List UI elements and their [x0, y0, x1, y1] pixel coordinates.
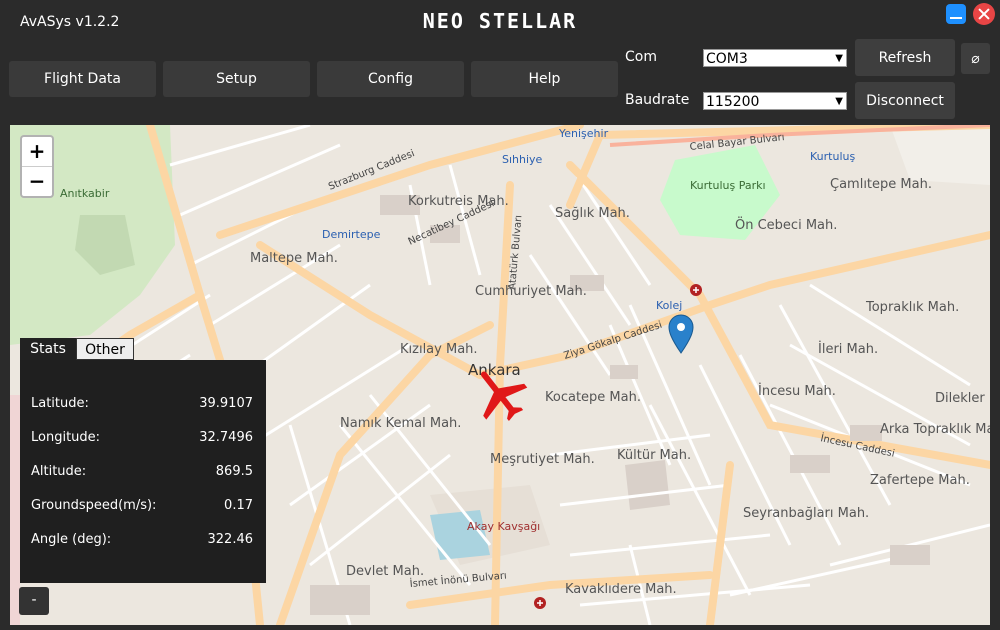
label-saglik: Sağlık Mah.	[555, 206, 630, 221]
zoom-out-button[interactable]: −	[22, 167, 52, 196]
label-kizilay: Kızılay Mah.	[400, 342, 478, 357]
buildings	[310, 195, 930, 615]
extra-button[interactable]: ⌀	[961, 43, 990, 74]
refresh-button[interactable]: Refresh	[855, 39, 955, 76]
com-value: COM3	[706, 51, 748, 67]
nav-flight-data-button[interactable]: Flight Data	[9, 61, 156, 97]
stat-label: Longitude:	[31, 430, 101, 445]
brand-logo: NEO STELLAR	[422, 9, 578, 33]
label-zafertepe: Zafertepe Mah.	[870, 473, 970, 488]
stat-row-angle: Angle (deg): 322.46	[31, 532, 253, 547]
campus-area	[890, 125, 990, 185]
hospital-icon	[534, 597, 546, 609]
label-kavaklidere: Kavaklıdere Mah.	[565, 582, 677, 597]
label-seyranbaglari: Seyranbağları Mah.	[743, 506, 869, 521]
stat-row-longitude: Longitude: 32.7496	[31, 430, 253, 445]
stat-label: Altitude:	[31, 464, 87, 479]
nav-config-button[interactable]: Config	[317, 61, 464, 97]
stat-value: 322.46	[207, 532, 254, 547]
label-dilekler: Dilekler	[935, 391, 985, 406]
label-ileri: İleri Mah.	[818, 341, 878, 357]
chevron-down-icon: ▼	[835, 96, 843, 107]
label-cumhuriyet: Cumhuriyet Mah.	[475, 284, 587, 299]
nav-setup-button[interactable]: Setup	[163, 61, 310, 97]
stat-row-latitude: Latitude: 39.9107	[31, 396, 253, 411]
label-kultur: Kültür Mah.	[617, 448, 691, 463]
stat-value: 0.17	[224, 498, 253, 513]
stat-label: Latitude:	[31, 396, 89, 411]
stat-row-altitude: Altitude: 869.5	[31, 464, 253, 479]
label-yenisehir: Yenişehir	[558, 127, 609, 140]
zoom-in-button[interactable]: +	[22, 137, 52, 167]
tab-other[interactable]: Other	[76, 338, 134, 360]
com-label: Com	[625, 49, 657, 65]
com-select[interactable]: COM3 ▼	[703, 49, 847, 67]
label-demirtepe: Demirtepe	[322, 228, 381, 241]
disconnect-button[interactable]: Disconnect	[855, 82, 955, 119]
label-sihhiye: Sıhhiye	[502, 153, 543, 166]
label-on-cebeci: Ön Cebeci Mah.	[735, 216, 837, 233]
chevron-down-icon: ▼	[835, 53, 843, 64]
label-devlet: Devlet Mah.	[346, 564, 424, 579]
label-arka-topraklik: Arka Topraklık Mah.	[880, 422, 990, 437]
zoom-control: + −	[20, 135, 54, 198]
baudrate-value: 115200	[706, 94, 760, 110]
nav-help-button[interactable]: Help	[471, 61, 618, 97]
label-kurtulus: Kurtuluş	[810, 150, 855, 163]
label-maltepe: Maltepe Mah.	[250, 251, 338, 266]
title-bar: AvASys v1.2.2 NEO STELLAR	[0, 0, 1000, 40]
label-topraklik: Topraklık Mah.	[865, 300, 959, 315]
close-icon[interactable]	[973, 3, 995, 25]
label-akay: Akay Kavşağı	[467, 520, 540, 533]
stat-label: Groundspeed(m/s):	[31, 498, 157, 513]
label-namik-kemal: Namık Kemal Mah.	[340, 416, 461, 431]
label-anitkabir: Anıtkabir	[60, 187, 110, 200]
stat-value: 869.5	[215, 464, 253, 479]
collapse-stats-button[interactable]: -	[19, 587, 49, 615]
hospital-icon	[690, 284, 702, 296]
baudrate-select[interactable]: 115200 ▼	[703, 92, 847, 110]
label-camlitepe: Çamlıtepe Mah.	[830, 177, 932, 192]
label-kolej: Kolej	[656, 299, 682, 312]
label-ankara: Ankara	[468, 361, 521, 379]
minimize-icon[interactable]	[946, 4, 966, 24]
stat-value: 39.9107	[199, 396, 253, 411]
baudrate-label: Baudrate	[625, 92, 690, 108]
tab-stats[interactable]: Stats	[20, 338, 76, 360]
stat-value: 32.7496	[199, 430, 253, 445]
label-incesu: İncesu Mah.	[758, 383, 836, 399]
stats-panel: Latitude: 39.9107 Longitude: 32.7496 Alt…	[20, 360, 266, 583]
location-marker-icon[interactable]	[668, 314, 694, 354]
label-mesrutiyet: Meşrutiyet Mah.	[490, 452, 595, 467]
stat-label: Angle (deg):	[31, 532, 112, 547]
label-kocatepe: Kocatepe Mah.	[545, 390, 641, 405]
label-kurtulus-parki: Kurtuluş Parkı	[690, 179, 766, 192]
stat-row-groundspeed: Groundspeed(m/s): 0.17	[31, 498, 253, 513]
